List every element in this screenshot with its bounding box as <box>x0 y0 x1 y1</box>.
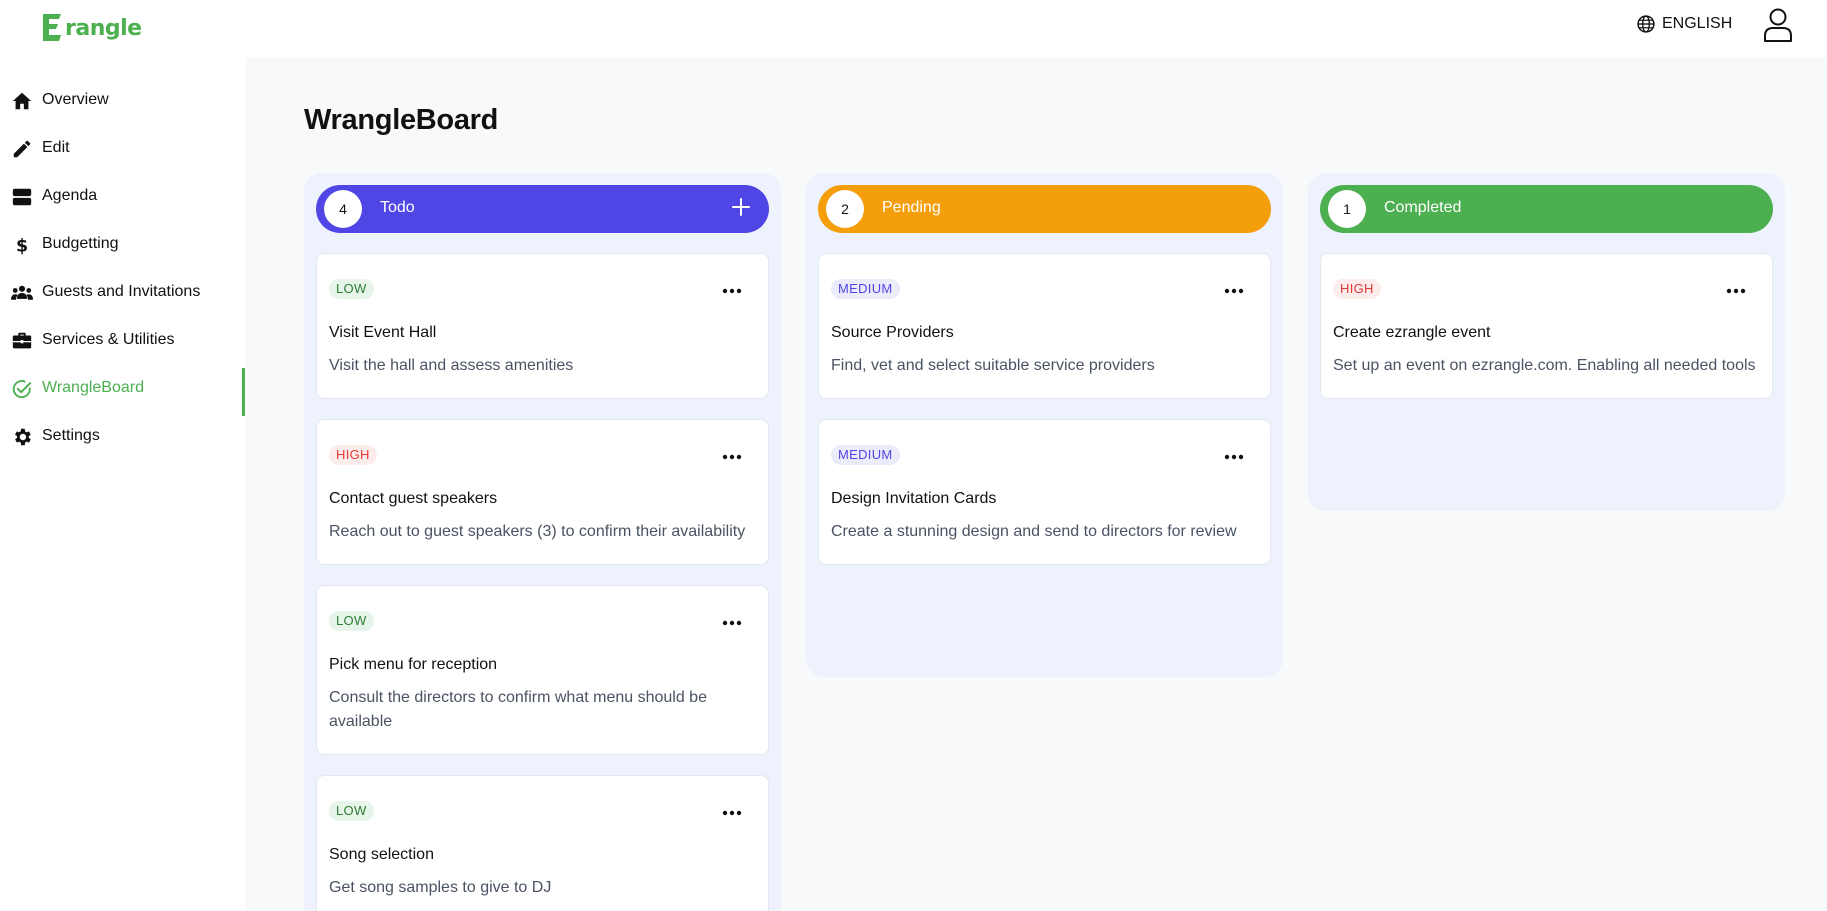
priority-badge: MEDIUM <box>831 445 900 465</box>
gear-icon <box>11 426 33 448</box>
task-description: Reach out to guest speakers (3) to confi… <box>329 523 746 540</box>
task-title: Visit Event Hall <box>329 324 437 341</box>
svg-text:$: $ <box>16 236 28 256</box>
sidebar-item-overview[interactable]: Overview <box>0 80 245 120</box>
dollar-icon: $ <box>11 234 33 256</box>
task-card[interactable]: MEDIUM Source Providers Find, vet and se… <box>818 253 1271 399</box>
column-header: 2 Pending <box>818 185 1271 233</box>
sidebar: Overview Edit Agenda $ Budgetting Guests… <box>0 57 245 911</box>
task-card[interactable]: MEDIUM Design Invitation Cards Create a … <box>818 419 1271 565</box>
pencil-icon <box>11 138 33 160</box>
people-icon <box>11 282 33 304</box>
task-title: Song selection <box>329 846 434 863</box>
sidebar-item-edit[interactable]: Edit <box>0 128 245 168</box>
more-options-icon[interactable] <box>1224 287 1244 295</box>
task-card[interactable]: LOW Visit Event Hall Visit the hall and … <box>316 253 769 399</box>
sidebar-item-label: Settings <box>42 427 100 444</box>
logo-mark-icon <box>43 14 61 41</box>
language-label: ENGLISH <box>1662 15 1733 32</box>
sidebar-item-settings[interactable]: Settings <box>0 416 245 456</box>
sidebar-item-agenda[interactable]: Agenda <box>0 176 245 216</box>
priority-badge: LOW <box>329 279 374 299</box>
language-selector[interactable]: ENGLISH <box>1636 14 1732 34</box>
home-icon <box>11 90 33 112</box>
page-title: WrangleBoard <box>304 104 499 136</box>
sidebar-item-label: Overview <box>42 91 109 108</box>
sidebar-item-label: Budgetting <box>42 235 119 252</box>
more-options-icon[interactable] <box>1726 287 1746 295</box>
sidebar-item-label: WrangleBoard <box>42 379 144 396</box>
sidebar-item-label: Guests and Invitations <box>42 283 201 300</box>
column-count-badge: 2 <box>826 190 864 228</box>
priority-badge: HIGH <box>329 445 377 465</box>
task-description: Find, vet and select suitable service pr… <box>831 357 1155 374</box>
sidebar-item-label: Services & Utilities <box>42 331 175 348</box>
task-card[interactable]: LOW Song selection Get song samples to g… <box>316 775 769 911</box>
column-count-badge: 4 <box>324 190 362 228</box>
task-card[interactable]: HIGH Create ezrangle event Set up an eve… <box>1320 253 1773 399</box>
column-title: Todo <box>380 199 415 216</box>
task-check-icon <box>11 378 33 400</box>
task-card[interactable]: HIGH Contact guest speakers Reach out to… <box>316 419 769 565</box>
column-header: 4 Todo <box>316 185 769 233</box>
task-description: Set up an event on ezrangle.com. Enablin… <box>1333 357 1756 374</box>
user-avatar[interactable] <box>1762 7 1794 43</box>
task-description: Create a stunning design and send to dir… <box>831 523 1237 540</box>
globe-icon <box>1637 15 1655 33</box>
task-title: Source Providers <box>831 324 954 341</box>
sidebar-item-services-utilities[interactable]: Services & Utilities <box>0 320 245 360</box>
top-bar: rangle ENGLISH <box>0 0 1827 57</box>
board-column-todo: 4 Todo LOW Visit Event Hall Visit the ha… <box>304 173 781 911</box>
task-description: Consult the directors to confirm what me… <box>329 689 707 730</box>
sidebar-item-label: Edit <box>42 139 70 156</box>
agenda-icon <box>11 186 33 208</box>
briefcase-icon <box>11 330 33 352</box>
column-title: Completed <box>1384 199 1462 216</box>
priority-badge: LOW <box>329 801 374 821</box>
user-icon <box>1764 8 1792 42</box>
board-column-pending: 2 Pending MEDIUM Source Providers Find, … <box>806 173 1283 677</box>
logo-text: rangle <box>65 16 142 41</box>
more-options-icon[interactable] <box>1224 453 1244 461</box>
task-card[interactable]: LOW Pick menu for reception Consult the … <box>316 585 769 755</box>
column-header: 1 Completed <box>1320 185 1773 233</box>
more-options-icon[interactable] <box>722 453 742 461</box>
task-description: Visit the hall and assess amenities <box>329 357 574 374</box>
more-options-icon[interactable] <box>722 619 742 627</box>
task-description: Get song samples to give to DJ <box>329 879 552 896</box>
brand-logo[interactable]: rangle <box>40 10 142 44</box>
more-options-icon[interactable] <box>722 809 742 817</box>
task-title: Pick menu for reception <box>329 656 498 673</box>
priority-badge: MEDIUM <box>831 279 900 299</box>
board-column-completed: 1 Completed HIGH Create ezrangle event S… <box>1308 173 1785 511</box>
sidebar-item-budgetting[interactable]: $ Budgetting <box>0 224 245 264</box>
priority-badge: LOW <box>329 611 374 631</box>
sidebar-item-label: Agenda <box>42 187 98 204</box>
column-title: Pending <box>882 199 941 216</box>
priority-badge: HIGH <box>1333 279 1381 299</box>
task-title: Contact guest speakers <box>329 490 498 507</box>
more-options-icon[interactable] <box>722 287 742 295</box>
task-title: Design Invitation Cards <box>831 490 997 507</box>
add-task-button[interactable] <box>729 195 753 219</box>
sidebar-item-wrangleboard[interactable]: WrangleBoard <box>0 368 245 416</box>
sidebar-item-guests-and-invitations[interactable]: Guests and Invitations <box>0 272 245 312</box>
task-title: Create ezrangle event <box>1333 324 1491 341</box>
column-count-badge: 1 <box>1328 190 1366 228</box>
